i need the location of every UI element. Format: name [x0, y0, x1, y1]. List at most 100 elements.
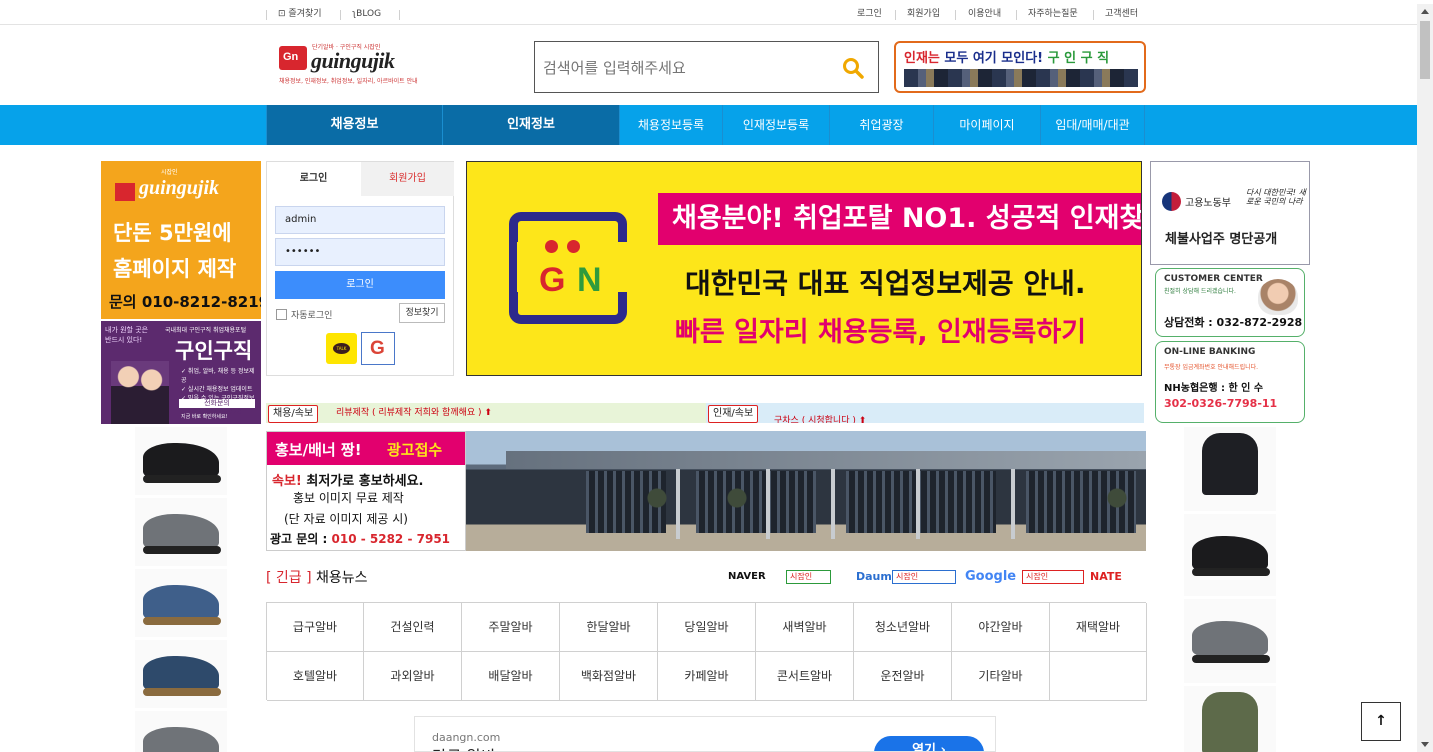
scroll-up-arrow-icon[interactable] — [1421, 9, 1429, 14]
arrow-up-icon: ↑ — [1375, 713, 1387, 729]
scrollbar-thumb[interactable] — [1420, 21, 1430, 79]
jacket-ad[interactable] — [1184, 686, 1276, 752]
empty-cell — [1050, 652, 1147, 701]
ticker-item[interactable]: 구차스 ( 시청합니다 ) ⬆ — [774, 413, 866, 423]
category-cell[interactable]: 주말알바 — [462, 603, 560, 652]
category-cell[interactable]: 건설인력 — [364, 603, 462, 652]
shoe-ad[interactable] — [135, 427, 227, 495]
bookmark-link[interactable]: ⊡ 즐겨찾기 — [278, 7, 322, 21]
google-icon: G — [370, 338, 385, 359]
logo-wordmark: guingujik — [311, 48, 395, 73]
category-cell[interactable]: 당일알바 — [658, 603, 756, 652]
category-cell[interactable]: 재택알바 — [1050, 603, 1147, 652]
faq-link[interactable]: 자주하는질문 — [1028, 7, 1078, 21]
people-photo — [111, 361, 169, 424]
auto-login-checkbox[interactable] — [276, 309, 287, 320]
category-cell[interactable]: 과외알바 — [364, 652, 462, 701]
nate-logo[interactable]: NATE — [1090, 569, 1122, 585]
divider — [1016, 10, 1017, 20]
tab-signup[interactable]: 회원가입 — [361, 162, 454, 196]
daangn-ad[interactable]: daangn.com 당근 알바 열기 › — [414, 716, 996, 752]
shoe-ad[interactable] — [1184, 599, 1276, 683]
left-ad-homepage[interactable]: guingujik 시잡인 단돈 5만원에 홈페이지 제작 문의 010-821… — [101, 161, 261, 319]
banner-line-3: 빠른 일자리 채용등록, 인재등록하기 — [675, 317, 1087, 348]
naver-logo[interactable]: NAVER — [728, 569, 766, 585]
nav-post-job[interactable]: 채용정보등록 — [620, 105, 723, 145]
category-cell[interactable]: 한달알바 — [560, 603, 658, 652]
job-news-ticker: 채용/속보 리뷰제작 ( 리뷰제작 저희와 함께해요 ) ⬆ — [266, 403, 706, 423]
category-cell[interactable]: 급구알바 — [267, 603, 364, 652]
divider — [955, 10, 956, 20]
category-cell[interactable]: 배달알바 — [462, 652, 560, 701]
category-cell[interactable]: 콘서트알바 — [756, 652, 854, 701]
right-ad-bank-info[interactable]: ON-LINE BANKING 무통장 입금계좌번호 안내해드립니다. NH농협… — [1155, 341, 1305, 423]
username-field[interactable]: admin — [275, 206, 445, 234]
shoe-ad[interactable] — [1184, 514, 1276, 596]
google-login-button[interactable]: G — [361, 332, 395, 365]
nav-post-talent[interactable]: 인재정보등록 — [723, 105, 830, 145]
nav-employment-square[interactable]: 취업광장 — [830, 105, 934, 145]
jacket-ad[interactable] — [1184, 427, 1276, 511]
back-to-top-button[interactable]: ↑ — [1361, 702, 1401, 741]
promo-banner-ad[interactable]: 홍보/배너 짱! 광고접수 속보! 최저가로 홍보하세요. 홍보 이미지 무료 … — [266, 431, 466, 551]
shoe-ad[interactable] — [135, 711, 227, 752]
divider — [266, 10, 267, 20]
shoe-ad[interactable] — [135, 498, 227, 566]
login-link[interactable]: 로그인 — [857, 7, 882, 21]
nav-talent[interactable]: 인재정보 — [443, 105, 620, 145]
nav-rental[interactable]: 임대/매매/대관 — [1041, 105, 1145, 145]
ticker-tag-jobs[interactable]: 채용/속보 — [268, 405, 319, 423]
scroll-down-arrow-icon[interactable] — [1421, 742, 1429, 747]
nav-jobs[interactable]: 채용정보 — [266, 105, 443, 145]
site-logo[interactable]: Gn 단기알바 · 구인구직 시잡인 guingujik 채용정보, 인재정보,… — [279, 42, 434, 88]
kakao-login-button[interactable]: TALK — [326, 333, 357, 364]
portal-logos: NAVER 시잡인 Daum 시잡인 Google 시잡인 NATE — [728, 569, 1122, 585]
right-ad-labor-ministry[interactable]: 고용노동부 다시 대한민국! 새로운 국민의 나라 체불사업주 명단공개 — [1150, 161, 1310, 265]
category-cell[interactable]: 호텔알바 — [267, 652, 364, 701]
blog-link[interactable]: ʅBLOG — [352, 7, 381, 21]
section-title: [ 긴급 ] 채용뉴스 — [266, 570, 368, 586]
logo-badge: Gn — [279, 46, 307, 70]
shoe-ad[interactable] — [135, 569, 227, 637]
logo-badge — [115, 183, 135, 201]
category-cell[interactable]: 야간알바 — [952, 603, 1050, 652]
guide-link[interactable]: 이용안내 — [968, 7, 1001, 21]
operator-photo — [1258, 279, 1298, 315]
search-icon — [843, 58, 864, 79]
header-banner[interactable]: 인재는 모두 여기 모인다! 구 인 구 직 — [894, 41, 1146, 93]
login-button[interactable]: 로그인 — [275, 271, 445, 299]
building-photo — [466, 431, 1146, 551]
scrollbar[interactable] — [1417, 4, 1433, 752]
auto-login-label: 자동로그인 — [291, 311, 333, 321]
divider — [399, 10, 400, 20]
category-grid: 급구알바 건설인력 주말알바 한달알바 당일알바 새벽알바 청소년알바 야간알바 재택알바호텔알… — [266, 602, 1147, 701]
find-account-button[interactable]: 정보찾기 — [399, 303, 445, 323]
search-input[interactable] — [543, 56, 833, 80]
top-utility-bar: ⊡ 즐겨찾기 ʅBLOG 로그인 회원가입 이용안내 자주하는질문 고객센터 — [0, 4, 1417, 25]
signup-link[interactable]: 회원가입 — [907, 7, 940, 21]
right-ad-customer-center[interactable]: CUSTOMER CENTER 친절히 상담해 드리겠습니다. 상담전화 : 0… — [1155, 268, 1305, 337]
open-button[interactable]: 열기 › — [874, 736, 984, 751]
shoe-ad[interactable] — [135, 640, 227, 708]
banner-headline: 채용분야! 취업포탈 NO1. 성공적 인재찾기 — [658, 193, 1141, 245]
divider — [895, 10, 896, 20]
nav-mypage[interactable]: 마이페이지 — [934, 105, 1041, 145]
category-cell[interactable]: 기타알바 — [952, 652, 1050, 701]
ticker-item[interactable]: 리뷰제작 ( 리뷰제작 저희와 함께해요 ) ⬆ — [336, 405, 492, 418]
category-cell[interactable]: 새벽알바 — [756, 603, 854, 652]
divider — [340, 10, 341, 20]
customer-center-link[interactable]: 고객센터 — [1105, 7, 1138, 21]
google-logo[interactable]: Google — [965, 569, 1016, 585]
main-banner[interactable]: G N 채용분야! 취업포탈 NO1. 성공적 인재찾기 대한민국 대표 직업정… — [466, 161, 1142, 376]
daum-logo[interactable]: Daum — [856, 569, 892, 585]
banner-line-2: 대한민국 대표 직업정보제공 안내. — [685, 267, 1086, 300]
password-field[interactable]: •••••• — [275, 238, 445, 266]
category-cell[interactable]: 청소년알바 — [854, 603, 952, 652]
category-cell[interactable]: 카페알바 — [658, 652, 756, 701]
ticker-tag-talent[interactable]: 인재/속보 — [708, 405, 759, 423]
left-ad-guingujik[interactable]: 내가 원할 곳은 반드시 있다! 국내최대 구인구직 취업채용포털 구인구직 ✓… — [101, 321, 261, 424]
category-cell[interactable]: 운전알바 — [854, 652, 952, 701]
category-cell[interactable]: 백화점알바 — [560, 652, 658, 701]
tab-login[interactable]: 로그인 — [267, 162, 360, 196]
search-button[interactable] — [842, 57, 864, 79]
